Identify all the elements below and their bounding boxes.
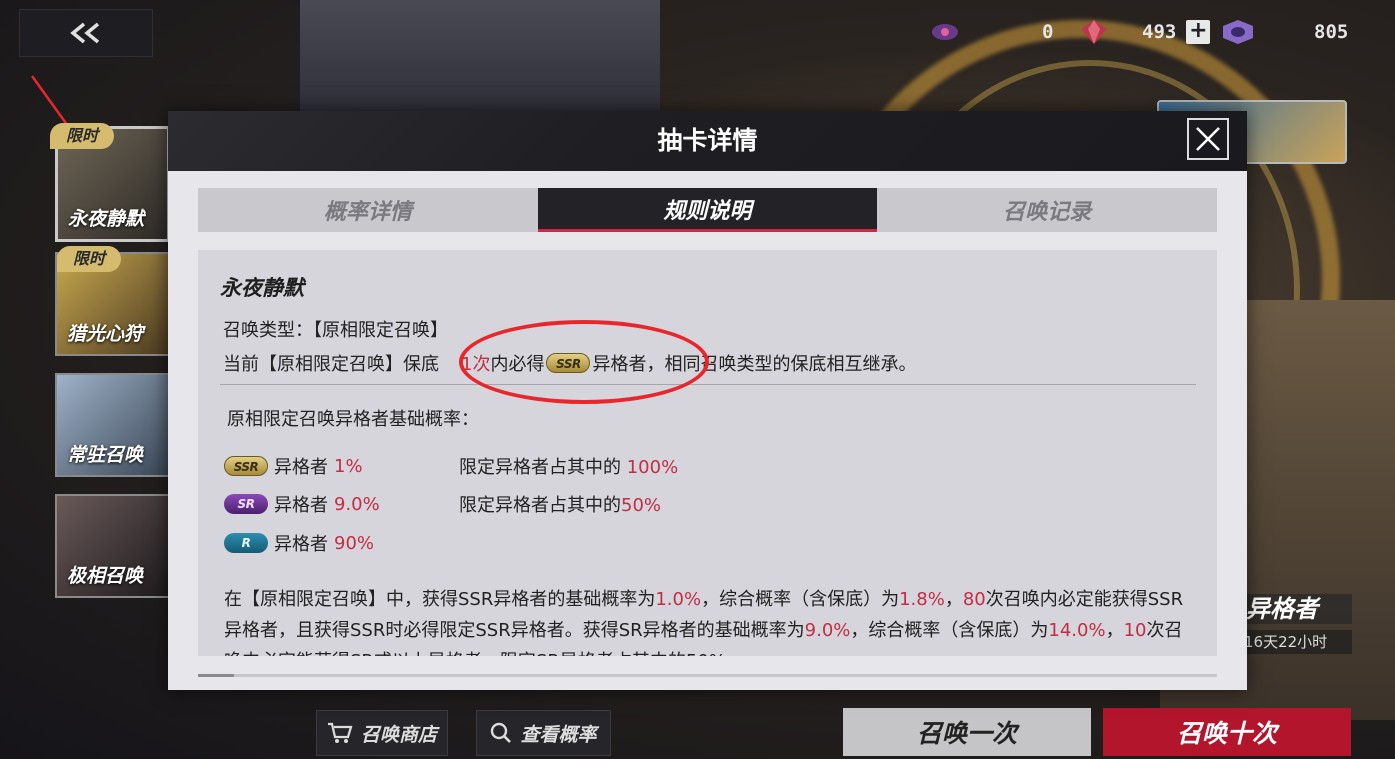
- red-annotation-circle: [459, 320, 709, 404]
- view-rates-label: 查看概率: [520, 723, 597, 746]
- base-rate-heading: 原相限定召唤异格者基础概率：: [227, 409, 479, 430]
- side-banner-label: 猎光心狩: [67, 323, 144, 345]
- content-divider: [220, 384, 1196, 385]
- rate-value: 1%: [334, 455, 363, 477]
- scrollbar-thumb[interactable]: [198, 674, 234, 677]
- rules-paragraph: 在【原相限定召唤】中，获得SSR异格者的基础概率为1.0%，综合概率（含保底）为…: [224, 584, 1194, 656]
- currency-purple-token-value: 805: [1314, 21, 1349, 43]
- modal-title: 抽卡详情: [657, 126, 758, 155]
- limited-time-tag: 限时: [50, 123, 114, 149]
- scrollbar-track[interactable]: [198, 674, 1217, 677]
- banner-name: 永夜静默: [220, 276, 304, 300]
- side-banner-label: 极相召唤: [67, 565, 144, 587]
- search-icon: [491, 722, 512, 743]
- tab-rules[interactable]: 规则说明: [537, 188, 878, 232]
- ssr-badge-icon: SSR: [224, 456, 268, 476]
- summon-shop-label: 召唤商店: [360, 723, 437, 746]
- rate-row-sr: SR 异格者 9.0%: [224, 491, 380, 517]
- close-icon: [1196, 127, 1220, 151]
- para-value: 9.0%: [804, 620, 851, 641]
- para-text: ，: [1105, 620, 1124, 641]
- side-banner-extreme[interactable]: 极相召唤: [55, 494, 170, 598]
- modal-tabs: 概率详情 规则说明 召唤记录: [198, 188, 1217, 232]
- currency-red-gem-value: 493: [1142, 21, 1177, 43]
- para-value: 1.8%: [899, 589, 945, 610]
- summon-ten-button[interactable]: 召唤十次: [1103, 708, 1351, 756]
- rate-label: 异格者: [274, 457, 328, 478]
- eye-crystal-icon: [932, 24, 958, 40]
- rate-label: 异格者: [274, 534, 328, 555]
- sr-badge-icon: SR: [224, 494, 268, 514]
- rate-note-value: 50%: [621, 495, 662, 516]
- promo-title: 异格者: [1240, 594, 1352, 624]
- side-banner-label: 永夜静默: [68, 208, 145, 230]
- side-banner-standard[interactable]: 常驻召唤: [55, 373, 170, 477]
- rate-note-prefix: 限定异格者占其中的: [459, 495, 621, 516]
- view-rates-button[interactable]: 查看概率: [476, 710, 611, 756]
- currency-eye-crystal-value: 0: [1042, 21, 1054, 43]
- para-text: ，综合概率（含保底）为: [850, 620, 1049, 641]
- summon-type-line: 召唤类型：【原相限定召唤】: [223, 320, 448, 341]
- tab-summon-history[interactable]: 召唤记录: [877, 188, 1217, 232]
- close-button[interactable]: [1187, 118, 1229, 160]
- side-banner-label: 常驻召唤: [67, 444, 144, 466]
- red-gem-icon: [1081, 20, 1107, 44]
- add-gem-button[interactable]: +: [1186, 20, 1211, 44]
- para-value: 10: [1123, 620, 1147, 641]
- limited-time-tag: 限时: [57, 246, 121, 272]
- rate-note-value: 100%: [626, 457, 679, 478]
- rate-note-sr: 限定异格者占其中的50%: [459, 491, 661, 517]
- rules-content[interactable]: 永夜静默 召唤类型：【原相限定召唤】 当前【原相限定召唤】保底 1次 内必得 S…: [198, 250, 1217, 656]
- rate-row-ssr: SSR 异格者 1%: [224, 453, 363, 479]
- r-badge-icon: R: [224, 533, 268, 553]
- currency-purple-token: 805: [1222, 16, 1348, 48]
- back-button[interactable]: [19, 9, 153, 57]
- purple-token-icon: [1223, 20, 1253, 44]
- para-text: 在【原相限定召唤】中，获得SSR异格者的基础概率为: [224, 589, 656, 610]
- summon-once-button[interactable]: 召唤一次: [843, 708, 1091, 756]
- para-text: ，综合概率（含保底）为: [701, 589, 900, 610]
- gacha-details-modal: 抽卡详情 概率详情 规则说明 召唤记录 永夜静默 召唤类型：【原相限定召唤】 当…: [168, 111, 1247, 690]
- rate-note-prefix: 限定异格者占其中的: [459, 457, 627, 478]
- para-value: 1.0%: [655, 589, 702, 610]
- para-value: 14.0%: [1048, 620, 1106, 641]
- summon-shop-button[interactable]: 召唤商店: [316, 710, 448, 756]
- para-value: 80: [962, 589, 986, 610]
- rate-value: 90%: [334, 532, 375, 554]
- rate-label: 异格者: [274, 495, 328, 516]
- rate-note-ssr: 限定异格者占其中的 100%: [459, 453, 678, 479]
- rate-value: 9.0%: [334, 493, 380, 515]
- promo-countdown: 16天22小时: [1238, 630, 1352, 654]
- para-text: ，: [944, 589, 963, 610]
- cart-icon: [327, 722, 353, 743]
- rate-row-r: R 异格者 90%: [224, 530, 374, 556]
- tab-rate-details[interactable]: 概率详情: [198, 188, 538, 232]
- currency-red-gem: 493 +: [1080, 16, 1211, 48]
- double-chevron-left-icon: [70, 22, 100, 44]
- currency-eye-crystal: 0: [930, 16, 1053, 48]
- pity-prefix: 当前【原相限定召唤】保底: [223, 354, 439, 375]
